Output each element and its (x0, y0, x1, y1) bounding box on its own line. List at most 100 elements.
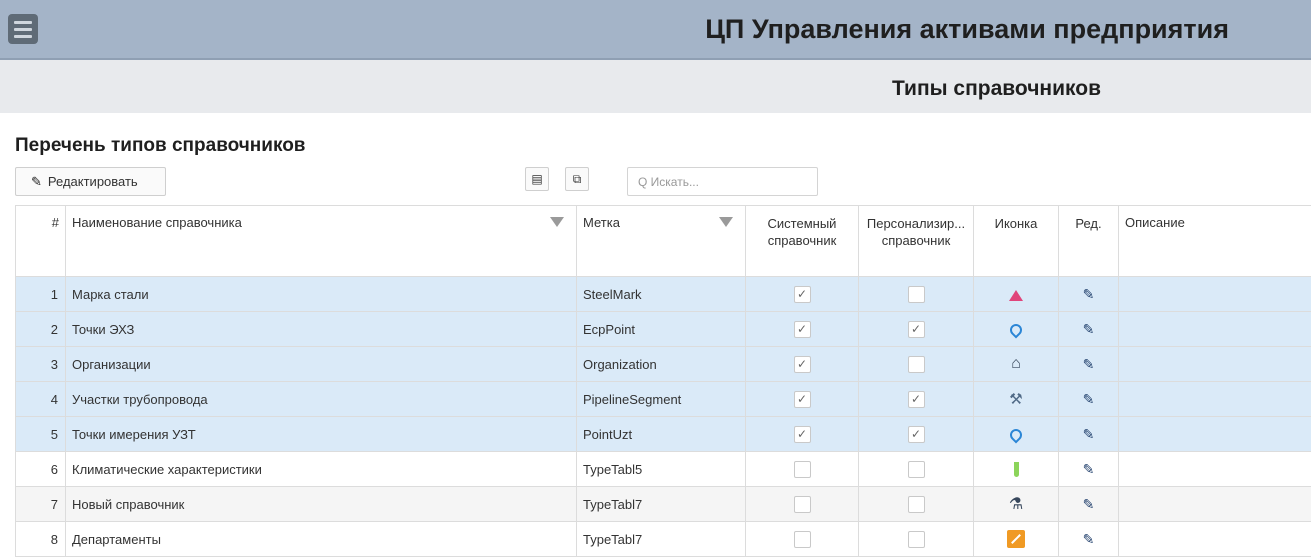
directory-name-cell[interactable]: Точки имерения УЗТ (66, 417, 577, 452)
column-header-icon[interactable]: Иконка (974, 206, 1059, 277)
personal-cell: ✓ (859, 417, 974, 452)
table-row[interactable]: 7Новый справочникTypeTabl7 ⚗ ✎ (16, 487, 1311, 522)
system-checkbox[interactable]: ✓ (794, 426, 811, 443)
row-number: 7 (16, 487, 66, 522)
directory-tag-cell[interactable]: PointUzt (577, 417, 746, 452)
directory-tag-cell[interactable]: Organization (577, 347, 746, 382)
edit-pencil-icon[interactable]: ✎ (1083, 426, 1095, 442)
edit-button[interactable]: ✎Редактировать (15, 167, 166, 196)
system-cell: ✓ (746, 417, 859, 452)
personal-checkbox[interactable] (908, 496, 925, 513)
app-title: ЦП Управления активами предприятия (705, 14, 1229, 45)
directory-name-cell[interactable]: Точки ЭХЗ (66, 312, 577, 347)
icon-cell: ⚗ (974, 487, 1059, 522)
directory-tag-cell[interactable]: EcpPoint (577, 312, 746, 347)
directory-tag-cell[interactable]: TypeTabl7 (577, 522, 746, 557)
personal-cell (859, 522, 974, 557)
personal-checkbox[interactable]: ✓ (908, 391, 925, 408)
system-checkbox[interactable] (794, 461, 811, 478)
row-number: 3 (16, 347, 66, 382)
system-checkbox[interactable]: ✓ (794, 356, 811, 373)
test-tube-icon (1014, 461, 1019, 476)
column-header-edit[interactable]: Ред. (1059, 206, 1119, 277)
description-cell (1119, 522, 1311, 557)
icon-cell: ⚒ (974, 382, 1059, 417)
directory-name-cell[interactable]: Климатические характеристики (66, 452, 577, 487)
table-header-row: # Наименование справочника Метка Системн… (16, 206, 1311, 277)
icon-cell (974, 277, 1059, 312)
edit-pencil-icon[interactable]: ✎ (1083, 321, 1095, 337)
column-header-name[interactable]: Наименование справочника (66, 206, 577, 277)
table-row[interactable]: 8ДепартаментыTypeTabl7✎ (16, 522, 1311, 557)
personal-checkbox[interactable] (908, 286, 925, 303)
hamburger-menu-icon[interactable] (8, 14, 38, 44)
directory-name-cell[interactable]: Марка стали (66, 277, 577, 312)
directory-tag-cell[interactable]: TypeTabl5 (577, 452, 746, 487)
row-number: 6 (16, 452, 66, 487)
directory-name-cell[interactable]: Организации (66, 347, 577, 382)
edit-cell: ✎ (1059, 312, 1119, 347)
description-cell (1119, 417, 1311, 452)
system-cell (746, 487, 859, 522)
directory-tag-cell[interactable]: TypeTabl7 (577, 487, 746, 522)
edit-pencil-icon[interactable]: ✎ (1083, 286, 1095, 302)
description-cell (1119, 452, 1311, 487)
directory-name-cell[interactable]: Новый справочник (66, 487, 577, 522)
system-checkbox[interactable]: ✓ (794, 286, 811, 303)
edit-pencil-icon[interactable]: ✎ (1083, 496, 1095, 512)
system-checkbox[interactable]: ✓ (794, 321, 811, 338)
directory-tag-cell[interactable]: SteelMark (577, 277, 746, 312)
table-row[interactable]: 1Марка сталиSteelMark✓✎ (16, 277, 1311, 312)
system-checkbox[interactable] (794, 531, 811, 548)
edit-cell: ✎ (1059, 417, 1119, 452)
export-excel-button[interactable]: ▤ (525, 167, 549, 191)
edit-cell: ✎ (1059, 382, 1119, 417)
personal-cell (859, 347, 974, 382)
icon-cell (974, 522, 1059, 557)
pencil-icon: ✎ (31, 168, 42, 195)
edit-pencil-icon[interactable]: ✎ (1083, 391, 1095, 407)
column-header-name-label: Наименование справочника (72, 215, 242, 230)
personal-cell: ✓ (859, 312, 974, 347)
search-input[interactable] (627, 167, 818, 196)
table-row[interactable]: 3ОрганизацииOrganization ✓ ⌂ ✎ (16, 347, 1311, 382)
personal-cell (859, 487, 974, 522)
filter-icon[interactable] (550, 217, 564, 227)
top-bar: ЦП Управления активами предприятия (0, 0, 1311, 60)
personal-checkbox[interactable] (908, 461, 925, 478)
personal-checkbox[interactable]: ✓ (908, 426, 925, 443)
table-row[interactable]: 2Точки ЭХЗEcpPoint ✓ ✓ ✎ (16, 312, 1311, 347)
personal-cell (859, 277, 974, 312)
table-row[interactable]: 5Точки имерения УЗТPointUzt✓✓✎ (16, 417, 1311, 452)
edit-pencil-icon[interactable]: ✎ (1083, 531, 1095, 547)
table-body: 1Марка сталиSteelMark✓✎2Точки ЭХЗEcpPoin… (16, 277, 1311, 557)
column-header-num[interactable]: # (16, 206, 66, 277)
map-pin-icon (1010, 322, 1022, 337)
column-header-description[interactable]: Описание (1119, 206, 1311, 277)
edit-pencil-icon[interactable]: ✎ (1083, 356, 1095, 372)
personal-checkbox[interactable] (908, 356, 925, 373)
icon-cell: ⌂ (974, 347, 1059, 382)
personal-checkbox[interactable]: ✓ (908, 321, 925, 338)
directory-name-cell[interactable]: Участки трубопровода (66, 382, 577, 417)
edit-pencil-icon[interactable]: ✎ (1083, 461, 1095, 477)
description-cell (1119, 487, 1311, 522)
table-row[interactable]: 4Участки трубопроводаPipelineSegment✓✓⚒✎ (16, 382, 1311, 417)
row-number: 2 (16, 312, 66, 347)
page-header: Типы справочников (0, 60, 1311, 113)
personal-checkbox[interactable] (908, 531, 925, 548)
copy-icon: ⧉ (573, 172, 582, 186)
column-header-tag[interactable]: Метка (577, 206, 746, 277)
copy-button[interactable]: ⧉ (565, 167, 589, 191)
column-header-system[interactable]: Системный справочник (746, 206, 859, 277)
system-checkbox[interactable]: ✓ (794, 391, 811, 408)
directory-tag-cell[interactable]: PipelineSegment (577, 382, 746, 417)
table-row[interactable]: 6Климатические характеристикиTypeTabl5 ✎ (16, 452, 1311, 487)
filter-icon[interactable] (719, 217, 733, 227)
column-header-personal[interactable]: Персонализир... справочник (859, 206, 974, 277)
system-checkbox[interactable] (794, 496, 811, 513)
system-cell (746, 452, 859, 487)
edit-cell: ✎ (1059, 522, 1119, 557)
directory-name-cell[interactable]: Департаменты (66, 522, 577, 557)
column-header-tag-label: Метка (583, 215, 620, 230)
